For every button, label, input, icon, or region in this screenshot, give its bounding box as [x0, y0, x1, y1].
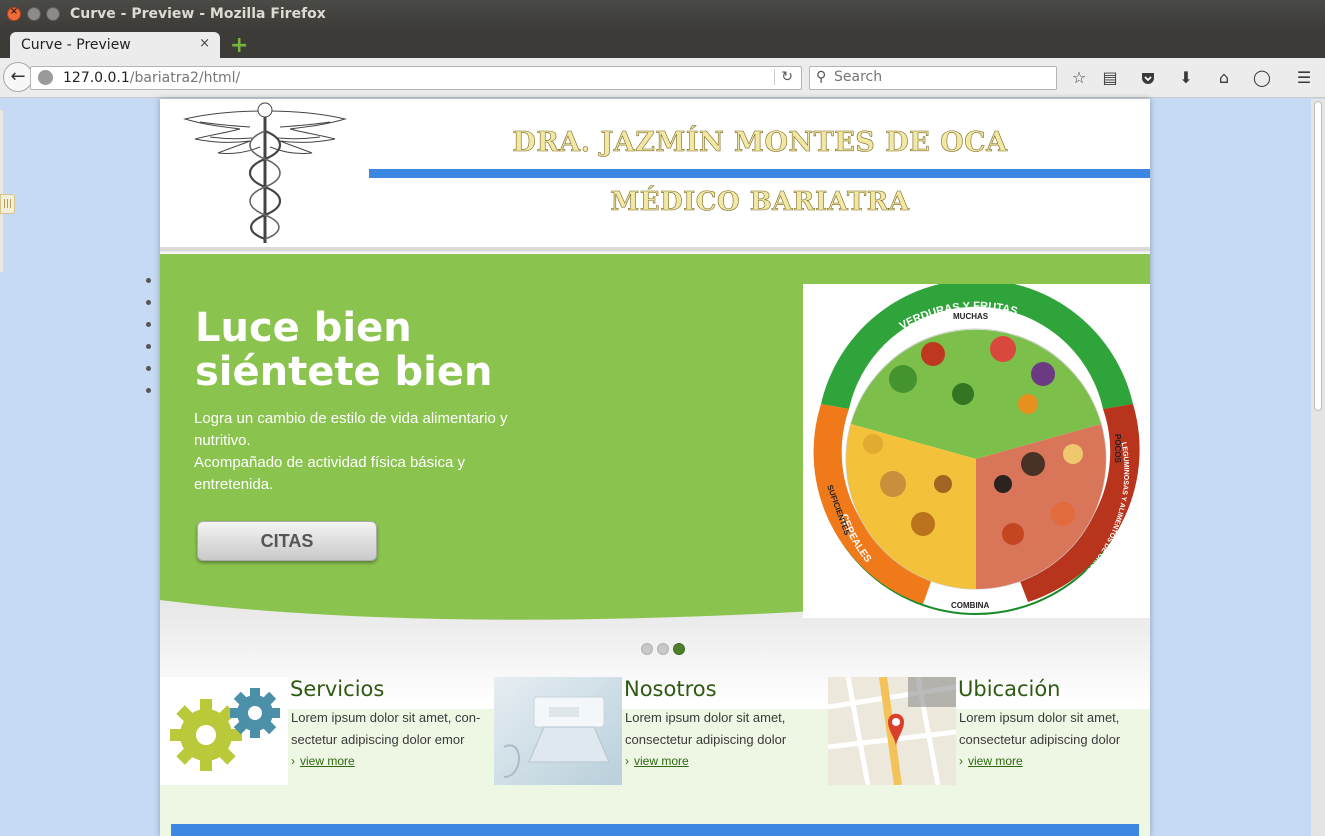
reading-list-icon[interactable]: ▤: [1099, 67, 1121, 89]
footer-blue-bar: [171, 824, 1139, 836]
pocket-icon[interactable]: [1137, 67, 1159, 89]
window-title: Curve - Preview - Mozilla Firefox: [70, 6, 326, 22]
hero-headline: Luce bien siéntete bien: [195, 305, 493, 395]
feature-ubicacion: Ubicación Lorem ipsum dolor sit amet, con…: [828, 677, 1150, 787]
feature-text: Lorem ipsum dolor sit amet, consectetur a…: [625, 710, 787, 747]
feature-title: Servicios: [290, 677, 385, 701]
tab-strip: Curve - Preview × +: [0, 30, 1325, 59]
search-icon: ⚲: [816, 69, 827, 85]
caduceus-logo-icon: [183, 102, 347, 243]
medical-office-photo: [494, 677, 622, 785]
search-input[interactable]: [834, 69, 1044, 85]
header-blue-bar: [369, 169, 1150, 178]
feature-nosotros: Nosotros Lorem ipsum dolor sit amet, cons…: [494, 677, 828, 787]
search-bar[interactable]: ⚲: [809, 66, 1057, 90]
hero-description: Logra un cambio de estilo de vida alimen…: [194, 410, 508, 493]
back-icon[interactable]: ←: [3, 62, 33, 92]
map-icon: [828, 677, 956, 785]
svg-text:POCOS: POCOS: [1113, 434, 1122, 464]
gears-icon: [160, 677, 288, 785]
svg-text:COMBINA: COMBINA: [951, 601, 989, 610]
tab-close-icon[interactable]: ×: [199, 36, 210, 51]
citas-button[interactable]: CITAS: [197, 521, 377, 561]
plato-del-bien-comer-image: VERDURAS Y FRUTAS MUCHAS CEREALES LEGUMI…: [800, 279, 1150, 618]
tab-curve-preview[interactable]: Curve - Preview ×: [10, 32, 220, 59]
view-more-link[interactable]: › view more: [291, 754, 355, 768]
page-scrollbar[interactable]: [1311, 99, 1325, 836]
feature-text: Lorem ipsum dolor sit amet, consectetur a…: [959, 710, 1121, 747]
window-close-button[interactable]: ×: [7, 6, 21, 21]
reload-icon[interactable]: ↻: [774, 69, 793, 85]
url-bar[interactable]: 127.0.0.1/bariatra2/html/ ↻: [30, 66, 802, 90]
chat-icon[interactable]: ◯: [1251, 67, 1273, 89]
home-icon[interactable]: ⌂: [1213, 67, 1235, 89]
feature-servicios: Servicios Lorem ipsum dolor sit amet, co…: [160, 677, 494, 787]
new-tab-button[interactable]: +: [230, 33, 248, 58]
sidebar-edge: [0, 110, 3, 272]
view-more-link[interactable]: › view more: [625, 754, 689, 768]
bookmark-star-icon[interactable]: ☆: [1068, 67, 1090, 89]
specialty-heading: MÉDICO BARIATRA: [610, 187, 910, 218]
slider-dot-2[interactable]: [657, 643, 669, 655]
doctor-name-heading: DRA. JAZMÍN MONTES DE OCA: [512, 127, 1008, 159]
window-maximize-button[interactable]: [46, 7, 60, 21]
slider-dot-3[interactable]: [673, 643, 685, 655]
stray-list-bullets: [146, 278, 151, 410]
tab-label: Curve - Preview: [21, 37, 131, 53]
globe-icon: [38, 70, 53, 85]
navigation-toolbar: ← 127.0.0.1/bariatra2/html/ ↻ ⚲ ☆ ▤ ⬇ ⌂ …: [0, 58, 1325, 98]
download-icon[interactable]: ⬇: [1175, 67, 1197, 89]
web-page: DRA. JAZMÍN MONTES DE OCA MÉDICO BARIATR…: [160, 99, 1150, 836]
feature-text: Lorem ipsum dolor sit amet, con-sectetur…: [291, 710, 481, 747]
svg-text:MUCHAS: MUCHAS: [953, 312, 989, 321]
window-titlebar: × Curve - Preview - Mozilla Firefox: [0, 0, 1325, 30]
url-text[interactable]: 127.0.0.1/bariatra2/html/: [63, 70, 240, 86]
window-minimize-button[interactable]: [27, 7, 41, 21]
scrollbar-thumb[interactable]: [1314, 101, 1322, 411]
slider-pagination: [641, 640, 689, 659]
menu-icon[interactable]: ☰: [1293, 67, 1315, 89]
slider-dot-1[interactable]: [641, 643, 653, 655]
view-more-link[interactable]: › view more: [959, 754, 1023, 768]
feature-title: Nosotros: [624, 677, 717, 701]
sidebar-toggle-handle[interactable]: |||: [0, 194, 15, 214]
feature-title: Ubicación: [958, 677, 1061, 701]
